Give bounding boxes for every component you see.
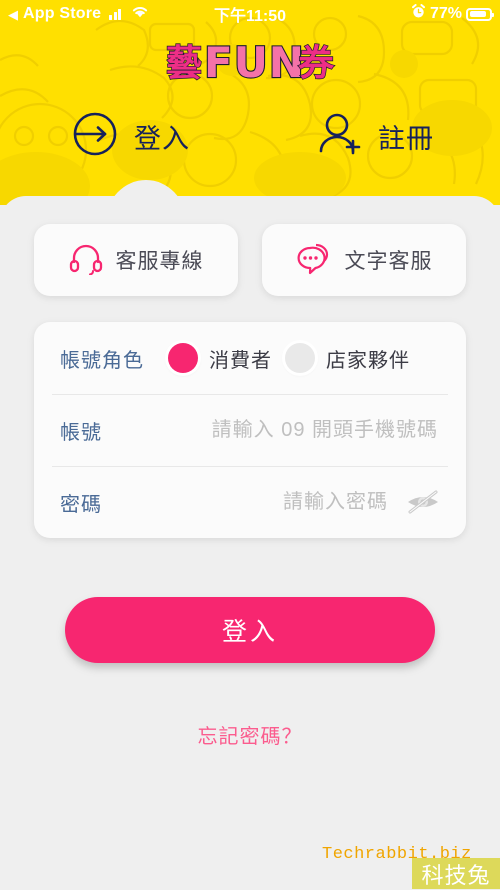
service-hotline-label: 客服專線	[115, 250, 204, 273]
tab-register-label: 註冊	[378, 123, 434, 154]
status-bar-time: 下午11:50	[213, 8, 287, 25]
form-row-role: 帳號角色 消費者 店家夥伴	[34, 322, 466, 394]
form-row-account: 帳號	[34, 394, 466, 466]
content-panel	[0, 196, 500, 889]
login-submit-button[interactable]: 登入	[65, 597, 435, 663]
app-header: ◀ App Store 下午11:50 77% 藝 FUN 券 登入 註冊	[0, 0, 500, 205]
role-label: 帳號角色	[60, 349, 144, 372]
forgot-password-link[interactable]: 忘記密碼？	[0, 720, 500, 749]
watermark-badge-label: 科技兔	[421, 862, 491, 888]
battery-icon	[466, 7, 494, 21]
tab-login-label: 登入	[134, 123, 190, 154]
person-add-icon	[316, 111, 362, 162]
tab-register[interactable]: 註冊	[316, 111, 434, 162]
header-nav-tabs: 登入 註冊	[0, 104, 500, 168]
service-chat-label: 文字客服	[344, 250, 433, 273]
logo-graphic: 藝 FUN 券	[165, 37, 335, 87]
tab-login[interactable]: 登入	[72, 111, 190, 162]
radio-option-consumer[interactable]: 消費者	[168, 343, 272, 373]
password-label: 密碼	[60, 493, 102, 516]
role-radio-group: 消費者 店家夥伴	[168, 343, 410, 373]
svg-text:藝: 藝	[166, 43, 202, 84]
service-hotline-button[interactable]: 客服專線	[34, 224, 238, 296]
watermark-badge: 科技兔	[412, 858, 500, 889]
radio-merchant-indicator[interactable]	[285, 343, 315, 373]
account-label: 帳號	[60, 421, 102, 444]
login-form-card: 帳號角色 消費者 店家夥伴 帳號 密碼	[34, 322, 466, 538]
svg-text:券: 券	[298, 43, 335, 84]
radio-merchant-label: 店家夥伴	[326, 349, 410, 372]
app-logo: 藝 FUN 券	[0, 30, 500, 88]
svg-text:FUN: FUN	[204, 38, 305, 87]
headset-icon	[69, 241, 103, 280]
arrow-right-circle-icon	[72, 111, 118, 162]
radio-consumer-indicator[interactable]	[168, 343, 198, 373]
radio-option-merchant[interactable]: 店家夥伴	[285, 343, 410, 373]
radio-consumer-label: 消費者	[209, 349, 272, 372]
password-input[interactable]	[156, 490, 390, 514]
service-chat-button[interactable]: 文字客服	[262, 224, 466, 296]
account-input[interactable]	[156, 418, 440, 442]
status-bar: ◀ App Store 下午11:50 77%	[0, 0, 500, 28]
chat-bubbles-icon	[296, 241, 332, 280]
service-buttons-row: 客服專線 文字客服	[34, 224, 466, 296]
form-row-password: 密碼	[34, 466, 466, 538]
eye-slash-icon[interactable]	[406, 489, 440, 515]
